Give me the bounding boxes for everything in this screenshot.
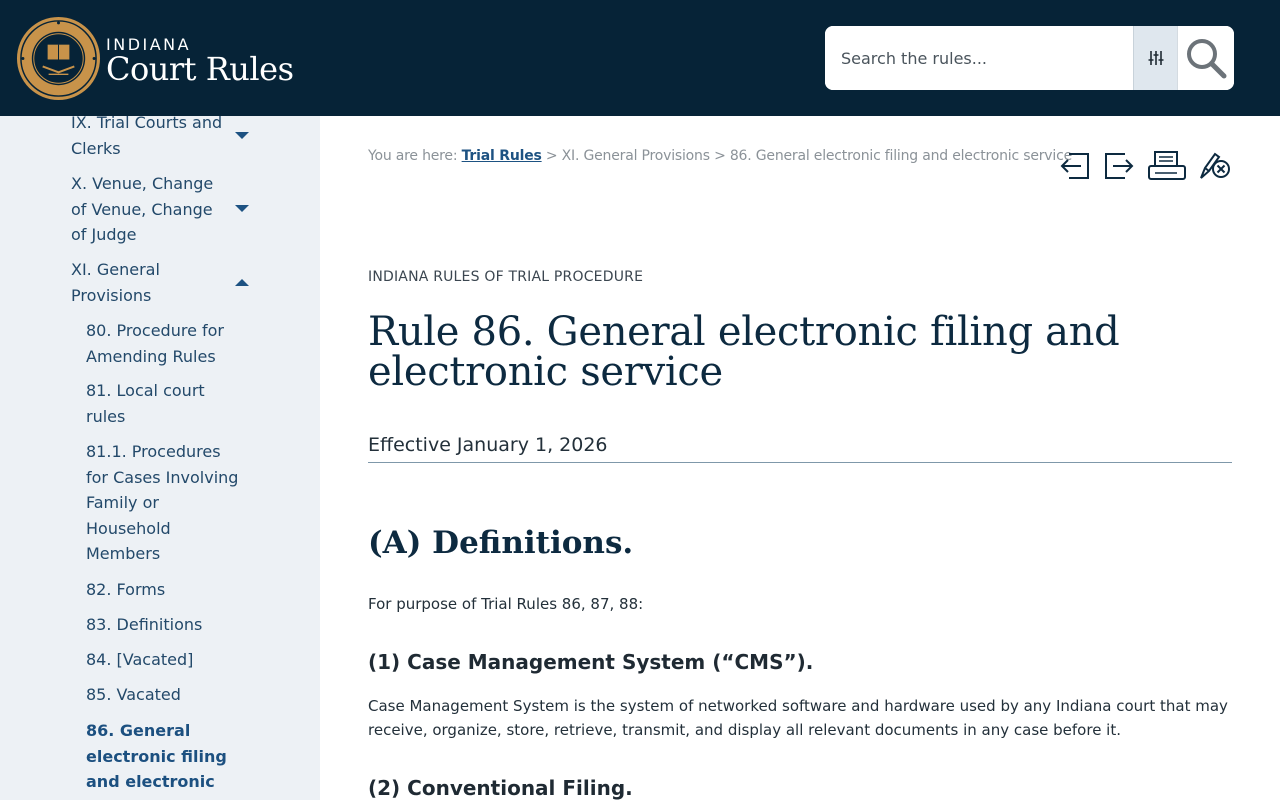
sidebar-item-ix-trial-courts[interactable]: IX. Trial Courts and Clerks: [71, 116, 231, 161]
sidebar-item-xi-general-provisions[interactable]: XI. General Provisions: [71, 257, 231, 308]
sliders-icon: [1148, 51, 1163, 65]
sidebar-item-rule-85[interactable]: 85. Vacated: [86, 682, 241, 708]
search-box: [825, 26, 1234, 90]
section-a-heading: (A) Definitions.: [368, 525, 634, 561]
section-a-intro: For purpose of Trial Rules 86, 87, 88:: [368, 595, 644, 613]
sidebar-item-rule-81-1[interactable]: 81.1. Procedures for Cases Involving Fam…: [86, 439, 241, 567]
next-rule-icon[interactable]: [1101, 148, 1137, 184]
sidebar-item-rule-81[interactable]: 81. Local court rules: [86, 378, 241, 429]
print-icon[interactable]: [1147, 148, 1187, 184]
search-input[interactable]: [825, 26, 1133, 90]
sidebar-item-rule-84[interactable]: 84. [Vacated]: [86, 647, 241, 673]
page-title: Rule 86. General electronic filing and e…: [368, 309, 1120, 395]
subsection-1-heading: (1) Case Management System (“CMS”).: [368, 650, 814, 674]
effective-date: Effective January 1, 2026: [368, 434, 1232, 463]
rule-set-kicker: INDIANA RULES OF TRIAL PROCEDURE: [368, 269, 644, 285]
sidebar-item-rule-83[interactable]: 83. Definitions: [86, 612, 241, 638]
breadcrumb-rest: > XI. General Provisions > 86. General e…: [545, 148, 1072, 164]
sidebar-nav: IX. Trial Courts and Clerks X. Venue, Ch…: [0, 116, 320, 800]
brand-title: Court Rules: [106, 50, 294, 88]
breadcrumb: You are here: Trial Rules > XI. General …: [368, 148, 1072, 164]
site-brand[interactable]: INDIANA Court Rules: [106, 36, 294, 88]
sidebar-item-rule-86[interactable]: 86. General electronic filing and electr…: [86, 718, 241, 800]
breadcrumb-prefix: You are here:: [368, 148, 458, 164]
indiana-supreme-court-seal-icon[interactable]: [15, 15, 102, 102]
search-button[interactable]: [1177, 26, 1234, 90]
chevron-down-icon[interactable]: [235, 132, 249, 139]
previous-rule-icon[interactable]: [1057, 148, 1093, 184]
chevron-down-icon[interactable]: [235, 205, 249, 212]
subsection-1-text: Case Management System is the system of …: [368, 697, 1228, 739]
breadcrumb-link-trial-rules[interactable]: Trial Rules: [462, 148, 542, 164]
sidebar-item-x-venue[interactable]: X. Venue, Change of Venue, Change of Jud…: [71, 171, 231, 248]
chevron-up-icon[interactable]: [235, 279, 249, 286]
sidebar-item-rule-82[interactable]: 82. Forms: [86, 577, 241, 603]
search-icon: [1187, 39, 1227, 79]
clear-highlight-icon[interactable]: [1197, 148, 1233, 184]
sidebar-item-rule-80[interactable]: 80. Procedure for Amending Rules: [86, 318, 241, 369]
search-filter-button[interactable]: [1133, 26, 1177, 90]
site-header: INDIANA Court Rules: [0, 0, 1280, 116]
subsection-2-heading: (2) Conventional Filing.: [368, 776, 633, 800]
